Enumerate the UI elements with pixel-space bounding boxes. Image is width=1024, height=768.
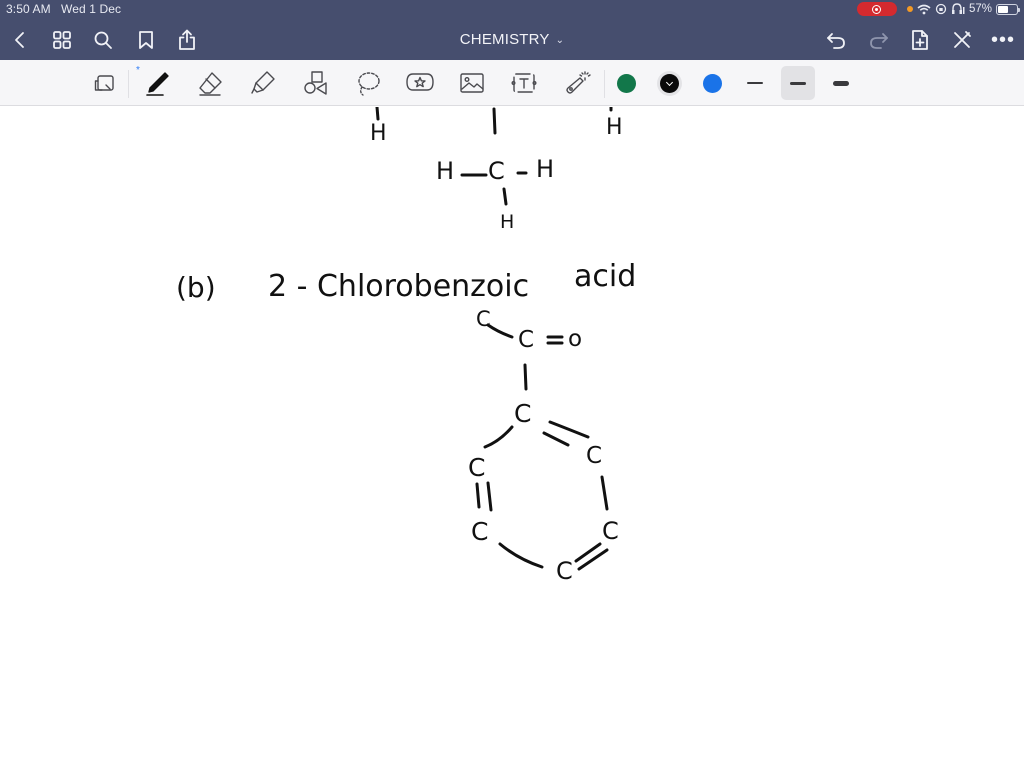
battery-level bbox=[998, 5, 1009, 13]
toolbar-divider bbox=[128, 70, 129, 98]
color-swatch-green[interactable] bbox=[617, 74, 636, 93]
pen-tool-button[interactable] bbox=[140, 67, 174, 99]
bond-stroke bbox=[375, 107, 380, 121]
redo-icon bbox=[870, 33, 888, 49]
read-mode-button[interactable] bbox=[88, 67, 122, 99]
image-icon bbox=[460, 73, 484, 93]
undo-icon bbox=[827, 33, 845, 49]
bond-stroke bbox=[548, 420, 590, 439]
compound-name-suffix: acid bbox=[574, 259, 637, 294]
bond-stroke bbox=[502, 187, 508, 206]
headphones-icon bbox=[951, 3, 965, 14]
stroke-width-medium[interactable] bbox=[781, 66, 815, 100]
redo-button[interactable] bbox=[865, 26, 893, 54]
add-page-icon bbox=[912, 30, 928, 50]
status-icons: 57% bbox=[856, 2, 1020, 16]
eraser-icon bbox=[199, 72, 222, 96]
bond-stroke bbox=[483, 425, 514, 449]
toolbar-divider bbox=[604, 70, 605, 98]
bond-stroke bbox=[486, 323, 514, 339]
ring-carbon-lower-right: C bbox=[602, 517, 619, 545]
orange-dot-icon bbox=[906, 6, 913, 12]
eraser-tool-button[interactable] bbox=[193, 67, 227, 99]
image-tool-button[interactable] bbox=[455, 67, 489, 99]
battery-icon bbox=[996, 3, 1020, 15]
highlighter-tool-button[interactable] bbox=[246, 67, 280, 99]
compound-name: 2 - Chlorobenzoic bbox=[268, 269, 530, 304]
close-edit-icon bbox=[954, 31, 971, 48]
highlighter-icon bbox=[251, 71, 275, 94]
screen-recording-icon[interactable] bbox=[856, 2, 897, 16]
more-button[interactable]: ••• bbox=[989, 26, 1017, 54]
text-box-icon bbox=[511, 73, 537, 93]
stroke-width-thick[interactable] bbox=[824, 66, 858, 100]
handwritten-h: H bbox=[370, 121, 387, 146]
color-swatch-black[interactable] bbox=[660, 74, 679, 93]
ring-carbon-upper-right: C bbox=[586, 443, 603, 469]
handwritten-c: C bbox=[518, 327, 535, 353]
battery-percent: 57% bbox=[968, 3, 992, 15]
handwritten-c: C bbox=[476, 307, 491, 331]
shapes-icon bbox=[304, 71, 327, 95]
text-tool-button[interactable] bbox=[507, 67, 541, 99]
laser-pointer-button[interactable] bbox=[560, 67, 594, 99]
app-header: 3:50 AM Wed 1 Dec 57% CHEMISTRY ⌄ ••• bbox=[0, 0, 1024, 60]
ring-carbon-lower-left: C bbox=[471, 517, 489, 546]
close-edit-button[interactable] bbox=[948, 26, 976, 54]
more-icon: ••• bbox=[990, 29, 1015, 51]
document-title: CHEMISTRY bbox=[459, 31, 550, 48]
undo-button[interactable] bbox=[822, 26, 850, 54]
bond-stroke bbox=[492, 107, 497, 135]
status-time: 3:50 AM Wed 1 Dec bbox=[6, 2, 121, 16]
bond-stroke bbox=[498, 542, 544, 569]
pen-icon bbox=[146, 72, 169, 96]
part-label: (b) bbox=[176, 271, 216, 304]
clock-time: 3:50 AM bbox=[6, 2, 51, 16]
handwritten-strokes bbox=[375, 107, 613, 571]
stroke-width-thin[interactable] bbox=[738, 66, 772, 100]
read-mode-icon bbox=[94, 75, 114, 91]
stroke-thin-icon bbox=[747, 82, 763, 84]
bond-stroke bbox=[486, 481, 493, 512]
lasso-tool-button[interactable] bbox=[351, 67, 385, 99]
ring-carbon-upper-left: C bbox=[468, 453, 486, 482]
wifi-icon bbox=[917, 4, 931, 14]
handwritten-h: H bbox=[606, 115, 623, 140]
chevron-down-icon: ⌄ bbox=[555, 35, 565, 46]
sticker-icon bbox=[406, 73, 434, 91]
handwritten-h: H bbox=[436, 157, 455, 185]
handwritten-c: C bbox=[488, 157, 505, 185]
add-page-button[interactable] bbox=[906, 26, 934, 54]
color-swatch-blue[interactable] bbox=[703, 74, 722, 93]
shapes-tool-button[interactable] bbox=[298, 67, 332, 99]
handwritten-h: H bbox=[536, 155, 555, 183]
bond-stroke bbox=[600, 475, 609, 511]
handwritten-o: o bbox=[568, 326, 583, 352]
drawing-toolbar: * bbox=[0, 60, 1024, 106]
stroke-thick-icon bbox=[833, 80, 849, 86]
ring-carbon-top: C bbox=[514, 399, 532, 428]
handwritten-h: H bbox=[500, 211, 515, 233]
bond-stroke bbox=[523, 363, 528, 391]
lasso-icon bbox=[358, 72, 380, 96]
navigation-row: CHEMISTRY ⌄ ••• bbox=[0, 22, 1024, 58]
clock-date: Wed 1 Dec bbox=[61, 2, 122, 16]
ring-carbon-bottom: C bbox=[556, 557, 573, 585]
sticker-tool-button[interactable] bbox=[403, 67, 437, 99]
stroke-medium-icon bbox=[790, 81, 806, 85]
bond-stroke bbox=[475, 482, 481, 509]
bond-stroke bbox=[542, 431, 570, 447]
laser-pointer-icon bbox=[566, 71, 591, 94]
bond-stroke bbox=[577, 548, 609, 571]
note-canvas[interactable]: H H H C H H (b) 2 - Chlorobenzoic acid C… bbox=[0, 107, 1024, 768]
orientation-lock-icon bbox=[935, 3, 947, 15]
